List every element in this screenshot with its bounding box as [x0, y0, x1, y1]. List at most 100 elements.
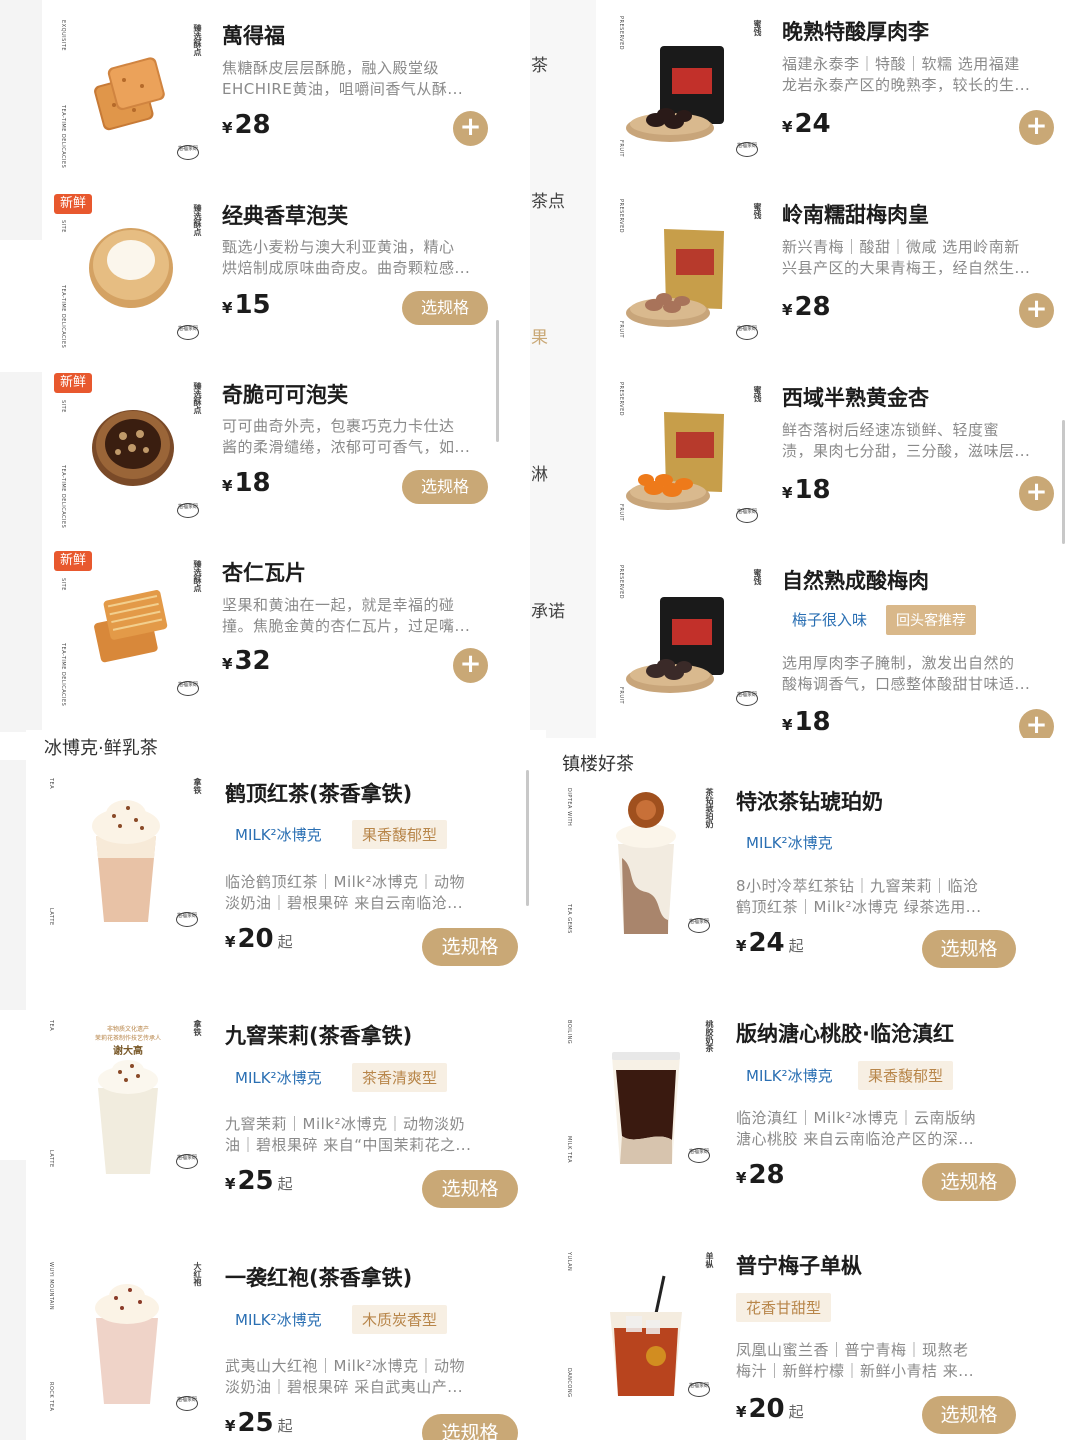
amber-milk-tea-image — [616, 792, 676, 934]
sidebar-category-label[interactable]: 果 — [531, 323, 548, 348]
apricot-bag-image — [626, 412, 724, 510]
plum-bag-image — [626, 229, 724, 327]
price-value: 24 — [794, 109, 831, 139]
description-line: 九窨茉莉｜Milk²冰博克｜动物淡奶 — [225, 1115, 465, 1133]
description-line: 渍，果肉七分甜，三分酸，滋味层... — [782, 442, 1031, 460]
product-name[interactable]: 版纳溏心桃胶·临沧滇红 — [736, 1018, 954, 1048]
section-title: 镇楼好茶 — [562, 754, 634, 775]
product-name[interactable]: 晚熟特酸厚肉李 — [782, 16, 929, 46]
currency: ¥ — [736, 1403, 747, 1421]
product-card[interactable]: PRESERVED FRUIT 蜜饯 抱福茶研 岭南糯甜梅肉皇 新兴青梅｜酸甜｜… — [596, 183, 1080, 363]
brand-stamp: 抱福茶研 — [177, 325, 199, 340]
price-from-label: 起 — [277, 933, 293, 951]
description-line: 梅汁｜新鲜柠檬｜新鲜小青桔 来... — [736, 1362, 975, 1380]
product-name[interactable]: 特浓茶钻琥珀奶 — [736, 786, 883, 816]
description-line: 选用厚肉李子腌制，激发出自然的 — [782, 654, 1015, 672]
price: ¥24 起 — [736, 928, 804, 958]
cocoa-puff-image — [92, 410, 174, 486]
price: ¥20 起 — [736, 1394, 804, 1424]
product-card[interactable]: 新鲜 SITE TEA-TIME DELICACIES 臻选酥点 抱福茶研 杏仁… — [42, 540, 530, 720]
product-card[interactable]: PRESERVED FRUIT 蜜饯 抱福茶研 西域半熟黄金杏 鲜杏落树后经速冻… — [596, 366, 1080, 546]
vertical-label: DIPTEA WITH — [566, 788, 572, 827]
select-spec-button[interactable]: 选规格 — [422, 928, 518, 966]
feature-tag: 梅子很入味 — [782, 605, 878, 634]
select-spec-button[interactable]: 选规格 — [402, 470, 488, 504]
price-value: 20 — [237, 924, 274, 954]
price: ¥28 — [736, 1160, 785, 1190]
product-name[interactable]: 九窨茉莉(茶香拿铁) — [225, 1020, 412, 1050]
brand-stamp: 抱福茶研 — [736, 142, 758, 157]
bottom-left-panel: 冰博克·鲜乳茶 TEA LATTE 拿铁 抱福茶研 鹤顶红茶(茶香拿铁) MIL… — [26, 730, 546, 1440]
sidebar-category-label[interactable]: 茶点 — [531, 187, 565, 212]
feature-tag: MILK²冰博克 — [736, 1061, 843, 1090]
product-name[interactable]: 普宁梅子单枞 — [736, 1250, 862, 1280]
price-value: 18 — [234, 468, 271, 498]
product-description: 临沧滇红｜Milk²冰博克｜云南版纳 溏心桃胶 来自云南临沧产区的深... — [736, 1108, 1026, 1150]
select-spec-button[interactable]: 选规格 — [402, 291, 488, 325]
select-spec-button[interactable]: 选规格 — [922, 1163, 1016, 1201]
brand-stamp: 抱福茶研 — [176, 1396, 198, 1411]
product-card[interactable]: 新鲜 SITE TEA-TIME DELICACIES 臻选酥点 抱福茶研 奇脆… — [42, 360, 530, 540]
sidebar-category-label[interactable]: 淋 — [531, 460, 548, 485]
product-name[interactable]: 自然熟成酸梅肉 — [782, 565, 929, 595]
product-name[interactable]: 经典香草泡芙 — [222, 200, 348, 230]
product-card[interactable]: EXQUISITE TEA-TIME DELICACIES 臻选酥点 抱福茶研 … — [42, 0, 530, 180]
add-button[interactable]: + — [1019, 709, 1054, 738]
product-name[interactable]: 西域半熟黄金杏 — [782, 382, 929, 412]
currency: ¥ — [222, 655, 233, 673]
add-button[interactable]: + — [1019, 293, 1054, 328]
add-button[interactable]: + — [1019, 110, 1054, 145]
brand-stamp: 抱福茶研 — [736, 508, 758, 523]
product-card[interactable]: TEA LATTE 拿铁 抱福茶研 鹤顶红茶(茶香拿铁) MILK²冰博克 果香… — [26, 768, 546, 1008]
product-card[interactable]: 新鲜 SITE TEA-TIME DELICACIES 臻选酥点 抱福茶研 经典… — [42, 180, 530, 360]
currency: ¥ — [736, 937, 747, 955]
description-line: 临沧滇红｜Milk²冰博克｜云南版纳 — [736, 1109, 976, 1127]
product-name[interactable]: 一袭红袍(茶香拿铁) — [225, 1262, 412, 1292]
new-badge: 新鲜 — [54, 551, 93, 571]
bottom-right-panel: 镇楼好茶 DIPTEA WITH TEA GEMS 茶钻琥珀奶 抱福茶研 特浓茶… — [546, 738, 1080, 1440]
product-description: 新兴青梅｜酸甜｜微咸 选用岭南新 兴县产区的大果青梅王，经自然生... — [782, 237, 1054, 279]
price: ¥18 — [782, 707, 831, 737]
top-left-panel: EXQUISITE TEA-TIME DELICACIES 臻选酥点 抱福茶研 … — [42, 0, 530, 738]
feature-tag: 回头客推荐 — [886, 605, 976, 635]
description-line: 兴县产区的大果青梅王，经自然生... — [782, 259, 1031, 277]
sidebar-category-label[interactable]: 承诺 — [531, 597, 565, 622]
product-name[interactable]: 奇脆可可泡芙 — [222, 379, 348, 409]
add-button[interactable]: + — [1019, 476, 1054, 511]
product-card[interactable]: DIPTEA WITH TEA GEMS 茶钻琥珀奶 抱福茶研 特浓茶钻琥珀奶 … — [546, 778, 1080, 1010]
product-card[interactable]: YULAN DANCONG 单枞 抱福茶研 普宁梅子单枞 花香甘甜型 凤凰山蜜兰… — [546, 1242, 1080, 1440]
product-name[interactable]: 岭南糯甜梅肉皇 — [782, 199, 929, 229]
description-line: 焦糖酥皮层层酥脆，融入殿堂级 — [222, 59, 440, 77]
description-line: 甄选小麦粉与澳大利亚黄油，精心 — [222, 238, 455, 256]
product-description: 选用厚肉李子腌制，激发出自然的 酸梅调香气，口感整体酸甜甘味适... — [782, 653, 1054, 695]
description-line: 油｜碧根果碎 来自“中国茉莉花之... — [225, 1136, 472, 1154]
product-name[interactable]: 杏仁瓦片 — [222, 557, 306, 587]
product-description: 武夷山大红袍｜Milk²冰博克｜动物 淡奶油｜碧根果碎 采自武夷山产... — [225, 1356, 515, 1398]
product-card[interactable]: TEA LATTE 非物质文化遗产 茉莉花茶制作技艺传承人 谢大高 拿铁 抱福茶… — [26, 1010, 546, 1250]
price-value: 25 — [237, 1166, 274, 1196]
product-name[interactable]: 萬得福 — [222, 20, 285, 50]
description-line: 淡奶油｜碧根果碎 采自武夷山产... — [225, 1378, 464, 1396]
select-spec-button[interactable]: 选规格 — [422, 1414, 518, 1440]
product-card[interactable]: WUYI MOUNTAIN ROCK TEA 大红袍 抱福茶研 一袭红袍(茶香拿… — [26, 1252, 546, 1440]
brand-stamp: 抱福茶研 — [177, 145, 199, 160]
select-spec-button[interactable]: 选规格 — [922, 1396, 1016, 1434]
product-card[interactable]: PRESERVED FRUIT 蜜饯 抱福茶研 晚熟特酸厚肉李 福建永泰李｜特酸… — [596, 0, 1080, 180]
currency: ¥ — [782, 118, 793, 136]
left-sidebar-strip — [0, 0, 42, 240]
add-button[interactable]: + — [453, 111, 488, 146]
vertical-label: LATTE — [48, 1150, 54, 1168]
sidebar-category-label[interactable]: 茶 — [531, 51, 548, 76]
currency: ¥ — [782, 301, 793, 319]
price: ¥24 — [782, 109, 831, 139]
product-card[interactable]: PRESERVED FRUIT 蜜饯 抱福茶研 自然熟成酸梅肉 梅子很入味 回头… — [596, 549, 1080, 738]
select-spec-button[interactable]: 选规格 — [422, 1170, 518, 1208]
vertical-label: SITE — [60, 400, 66, 413]
category-vertical-tag: 大红袍 — [193, 1262, 202, 1286]
brand-stamp: 抱福茶研 — [688, 1382, 710, 1397]
select-spec-button[interactable]: 选规格 — [922, 930, 1016, 968]
description-line: 撞。焦脆金黄的杏仁瓦片，过足嘴... — [222, 617, 471, 635]
product-card[interactable]: BOILING MILK TEA 桃胶奶茶 抱福茶研 版纳溏心桃胶·临沧滇红 M… — [546, 1010, 1080, 1242]
add-button[interactable]: + — [453, 648, 488, 683]
product-name[interactable]: 鹤顶红茶(茶香拿铁) — [225, 778, 412, 808]
